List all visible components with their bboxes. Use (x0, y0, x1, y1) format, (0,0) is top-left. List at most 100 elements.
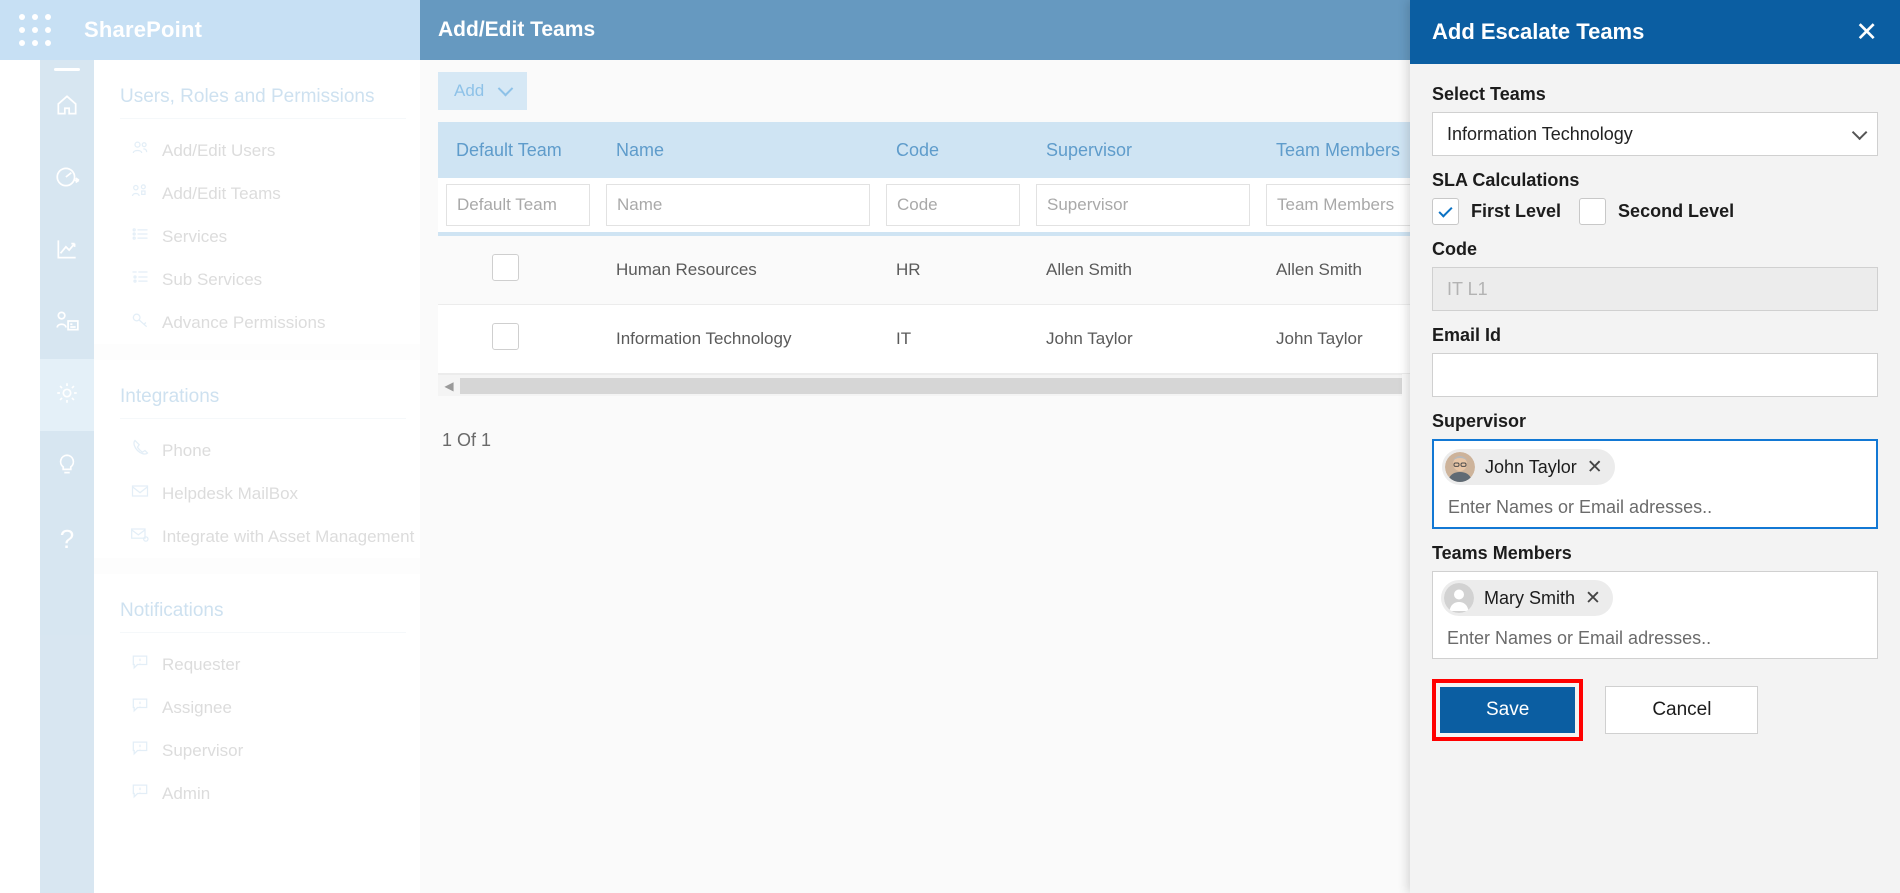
row-code: IT (878, 304, 1028, 374)
column-header-name[interactable]: Name (598, 122, 878, 178)
panel-action-buttons: Save Cancel (1432, 679, 1878, 741)
divider (120, 632, 406, 633)
supervisor-entry-input[interactable] (1442, 487, 1868, 527)
row-select-checkbox[interactable] (492, 323, 519, 350)
column-header-default-team[interactable]: Default Team (438, 122, 598, 178)
sla-calculations-label: SLA Calculations (1432, 170, 1580, 190)
remove-chip-icon[interactable]: ✕ (1587, 458, 1603, 477)
rail-item-help[interactable]: ? (40, 503, 94, 575)
menu-item-label: Helpdesk MailBox (162, 483, 299, 503)
grid-horizontal-scrollbar[interactable]: ◀ (438, 374, 1402, 396)
filter-input-default-team[interactable] (446, 184, 590, 226)
second-level-checkbox[interactable] (1579, 198, 1607, 225)
comment-alert-icon (130, 781, 150, 806)
envelope-icon (130, 481, 150, 506)
envelope-gear-icon (130, 524, 150, 549)
menu-item-label: Requester (162, 654, 241, 674)
menu-item-phone[interactable]: Phone (94, 429, 420, 472)
chevron-down-icon (1851, 124, 1868, 140)
panel-body: Select Teams Information Technology SLA … (1410, 64, 1900, 741)
remove-chip-icon[interactable]: ✕ (1585, 589, 1601, 608)
menu-item-assignee[interactable]: Assignee (94, 686, 420, 729)
settings-section-users: Users, Roles and Permissions Add/Edit Us… (94, 60, 420, 360)
menu-item-helpdesk-mailbox[interactable]: Helpdesk MailBox (94, 472, 420, 515)
rail-item-analytics[interactable] (40, 215, 94, 287)
select-teams-dropdown[interactable]: Information Technology (1432, 112, 1878, 156)
menu-item-add-edit-teams[interactable]: Add/Edit Teams (94, 172, 420, 215)
menu-item-integrate-asset-management[interactable]: Integrate with Asset Management (94, 515, 420, 558)
gear-icon (54, 380, 80, 411)
row-select-checkbox[interactable] (492, 254, 519, 281)
menu-item-sub-services[interactable]: Sub Services (94, 258, 420, 301)
main-content: Add/Edit Teams Add Default Team Name Cod… (420, 0, 1618, 893)
lightbulb-icon (54, 452, 80, 483)
settings-section-notifications: Notifications Requester Assignee Supervi… (94, 574, 420, 815)
pagination-status: 1 Of 1 (442, 430, 492, 450)
add-button[interactable]: Add (438, 72, 528, 110)
save-button[interactable]: Save (1440, 687, 1576, 733)
menu-item-requester[interactable]: Requester (94, 643, 420, 686)
question-mark-icon: ? (59, 524, 75, 554)
sharepoint-title: SharePoint (84, 17, 203, 42)
row-default-team-cell (438, 304, 598, 374)
email-id-input[interactable] (1432, 353, 1878, 397)
supervisor-people-picker[interactable]: John Taylor ✕ (1432, 439, 1878, 529)
add-button-label: Add (454, 81, 485, 100)
rail-item-ideas[interactable] (40, 431, 94, 503)
panel-header: Add Escalate Teams ✕ (1410, 0, 1900, 64)
menu-item-label: Integrate with Asset Management (162, 526, 415, 546)
section-heading: Users, Roles and Permissions (120, 86, 375, 107)
first-level-label: First Level (1471, 201, 1562, 221)
scroll-left-arrow-icon[interactable]: ◀ (438, 379, 460, 393)
row-default-team-cell (438, 234, 598, 305)
cancel-button[interactable]: Cancel (1605, 686, 1759, 734)
comment-alert-icon (130, 652, 150, 677)
column-header-supervisor[interactable]: Supervisor (1028, 122, 1258, 178)
settings-navigation-pane: Users, Roles and Permissions Add/Edit Us… (94, 60, 420, 893)
chevron-down-icon (497, 80, 514, 96)
sla-options-row: First Level Second Level (1432, 198, 1878, 225)
generic-avatar-icon (1444, 583, 1474, 613)
member-chip[interactable]: Mary Smith ✕ (1441, 580, 1613, 616)
rail-item-dashboard[interactable] (40, 143, 94, 215)
members-entry-input[interactable] (1441, 618, 1869, 658)
menu-item-services[interactable]: Services (94, 215, 420, 258)
page-title: Add/Edit Teams (420, 0, 1420, 60)
settings-section-integrations: Integrations Phone Helpdesk MailBox Inte… (94, 360, 420, 574)
rail-item-home[interactable] (40, 71, 94, 143)
app-launcher-icon[interactable] (18, 13, 52, 47)
analytics-chart-icon (54, 236, 80, 267)
add-escalate-teams-panel: Add Escalate Teams ✕ Select Teams Inform… (1410, 0, 1900, 893)
icon-rail: ? (40, 60, 94, 893)
rail-item-user-board[interactable] (40, 287, 94, 359)
photo-avatar-icon (1445, 452, 1475, 482)
supervisor-chip-name: John Taylor (1485, 456, 1577, 477)
list-icon (130, 224, 150, 249)
key-icon (130, 310, 150, 335)
filter-input-name[interactable] (606, 184, 870, 226)
menu-item-label: Add/Edit Users (162, 140, 276, 160)
check-icon (1438, 202, 1453, 218)
people-icon (130, 138, 150, 163)
first-level-checkbox[interactable] (1432, 198, 1459, 225)
row-name: Human Resources (598, 234, 878, 305)
menu-item-label: Phone (162, 440, 212, 460)
menu-item-supervisor[interactable]: Supervisor (94, 729, 420, 772)
section-gap (94, 344, 420, 360)
supervisor-chip[interactable]: John Taylor ✕ (1442, 449, 1615, 485)
left-gutter (0, 0, 40, 893)
filter-input-supervisor[interactable] (1036, 184, 1250, 226)
column-header-code[interactable]: Code (878, 122, 1028, 178)
close-icon[interactable]: ✕ (1855, 18, 1878, 46)
rail-item-settings[interactable] (40, 359, 94, 431)
menu-item-label: Add/Edit Teams (162, 183, 281, 203)
menu-item-add-edit-users[interactable]: Add/Edit Users (94, 129, 420, 172)
menu-item-advance-permissions[interactable]: Advance Permissions (94, 301, 420, 344)
teams-members-people-picker[interactable]: Mary Smith ✕ (1432, 571, 1878, 659)
section-heading: Notifications (120, 600, 224, 621)
menu-item-admin[interactable]: Admin (94, 772, 420, 815)
section-gap (94, 558, 420, 574)
scrollbar-thumb[interactable] (460, 377, 1402, 394)
filter-input-code[interactable] (886, 184, 1020, 226)
divider (120, 418, 406, 419)
